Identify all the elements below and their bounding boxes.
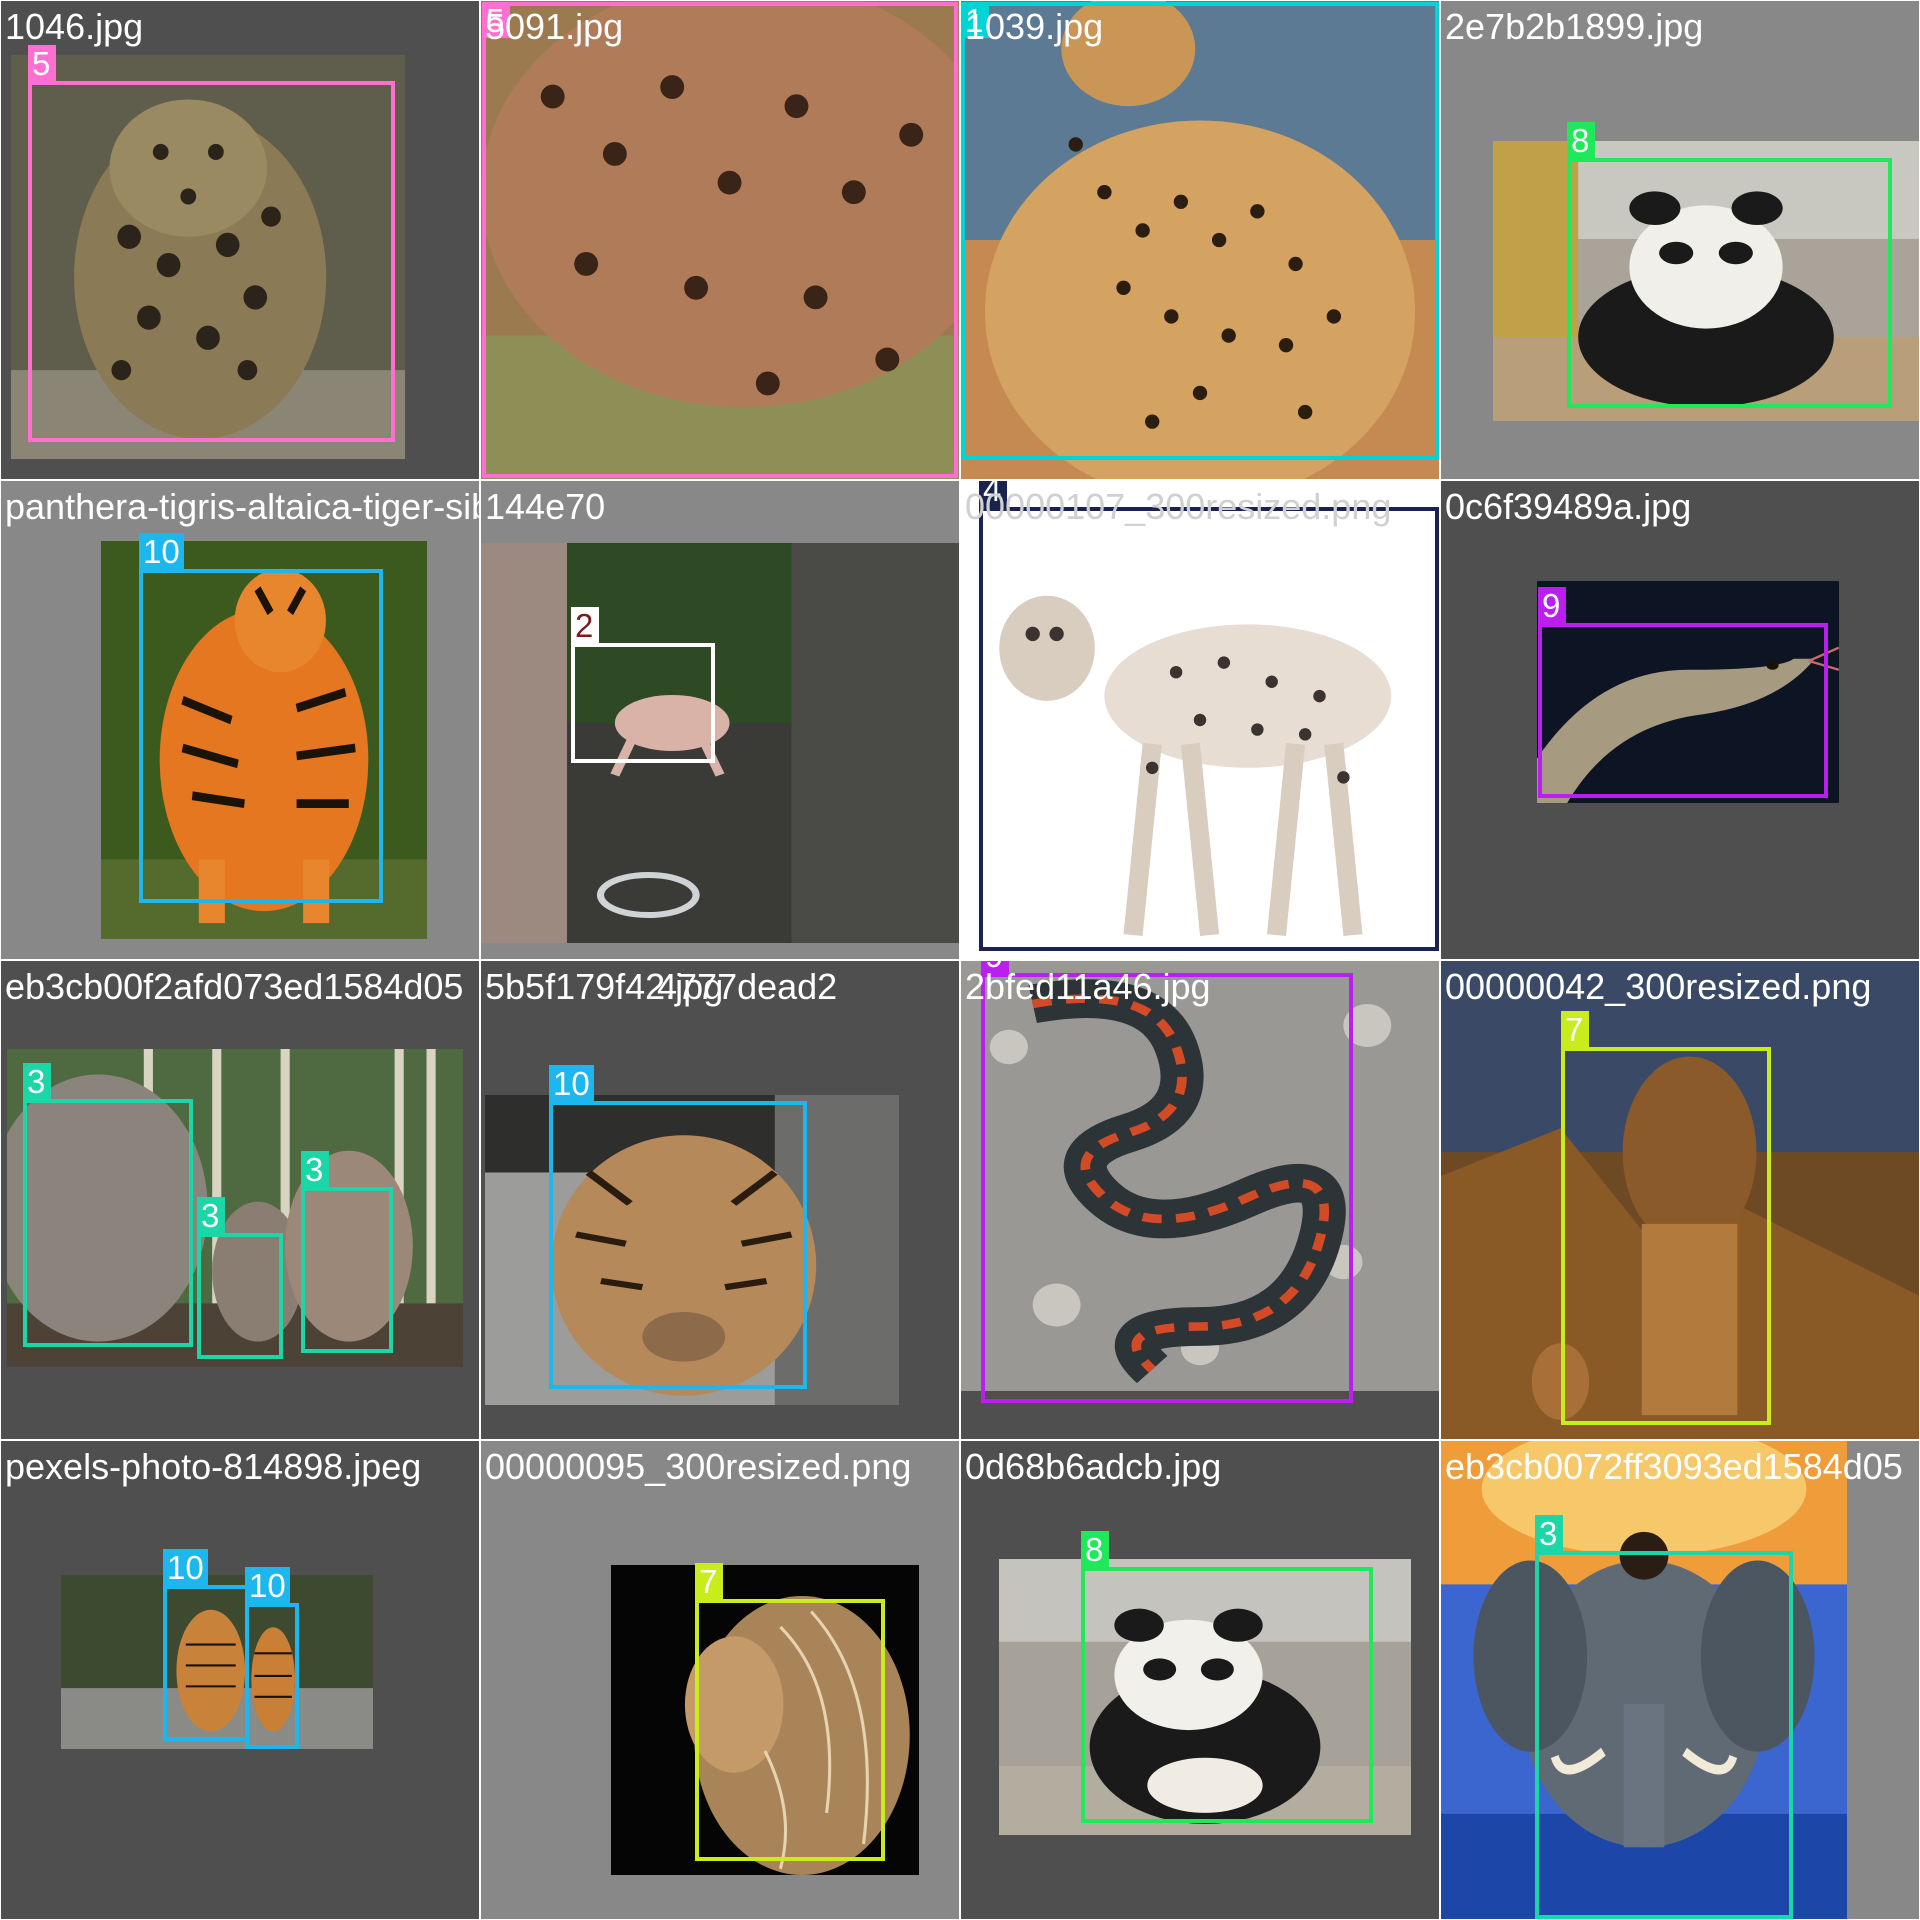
grid-tile[interactable]: 5 1046.jpg (1, 1, 479, 479)
bounding-box-label: 3 (23, 1063, 51, 1100)
bounding-box[interactable]: 3 (301, 1151, 393, 1353)
bounding-box-label: 3 (1535, 1515, 1563, 1552)
bounding-box[interactable]: 3 (197, 1197, 283, 1359)
grid-tile[interactable]: 4 00000107_300resized.png (961, 481, 1439, 959)
grid-tile[interactable]: 9 0c6f39489a.jpg (1441, 481, 1919, 959)
image-filename: 1046.jpg (5, 6, 144, 47)
bounding-box-label: 9 (981, 961, 1009, 974)
grid-tile[interactable]: 3 3 3 eb3cb00f2afd073ed1584d05 (1, 961, 479, 1439)
bounding-box-label: 3 (197, 1197, 225, 1234)
bounding-box-label: 4 (979, 481, 1007, 508)
bounding-box[interactable]: 7 (695, 1563, 885, 1861)
bounding-box-label: 7 (695, 1563, 723, 1600)
grid-tile[interactable]: 7 00000042_300resized.png (1441, 961, 1919, 1439)
image-filename: 00000095_300resized.png (485, 1446, 912, 1487)
grid-tile[interactable]: 7 00000095_300resized.png (481, 1441, 959, 1919)
grid-tile[interactable]: 3 eb3cb0072ff3093ed1584d05 (1441, 1441, 1919, 1919)
bounding-box[interactable]: 1 (961, 2, 1439, 460)
grid-tile[interactable]: 10 5b5f179f42.jpg 4777dead2 (481, 961, 959, 1439)
bounding-box-label: 8 (1567, 122, 1595, 159)
grid-tile[interactable]: 9 2bfed11a46.jpg (961, 961, 1439, 1439)
bounding-box-label: 10 (549, 1065, 594, 1102)
image-filename: pexels-photo-814898.jpeg (5, 1446, 422, 1487)
image-filename: 0d68b6adcb.jpg (965, 1446, 1222, 1487)
bounding-box[interactable]: 9 (981, 961, 1353, 1403)
image-filename: eb3cb00f2afd073ed1584d05 (5, 966, 464, 1007)
bounding-box-label: 5 (28, 45, 56, 82)
grid-tile[interactable]: 8 2e7b2b1899.jpg (1441, 1, 1919, 479)
bounding-box[interactable]: 10 (139, 533, 383, 903)
bounding-box[interactable]: 10 (245, 1567, 299, 1749)
bounding-box-label: 8 (1081, 1531, 1109, 1568)
image-filename-overlay: 4777dead2 (657, 966, 838, 1007)
bounding-box[interactable]: 8 (1567, 122, 1892, 408)
bounding-box-label: 7 (1561, 1011, 1589, 1048)
bounding-box[interactable]: 5 (28, 45, 395, 442)
bounding-box[interactable]: 3 (1535, 1515, 1793, 1919)
bounding-box-label: 10 (163, 1549, 208, 1586)
grid-tile[interactable]: 10 panthera-tigris-altaica-tiger-siberia… (1, 481, 479, 959)
bounding-box[interactable]: 5 (482, 2, 958, 478)
grid-tile[interactable]: 5 5091.jpg (481, 1, 959, 479)
bounding-box-label: 5 (482, 2, 510, 39)
image-filename: 144e70 (485, 486, 606, 527)
bounding-box[interactable]: 10 (163, 1549, 249, 1741)
bounding-box-label: 10 (139, 533, 184, 570)
bounding-box[interactable]: 2 (571, 607, 715, 763)
image-filename: 5b5f179f42.jpg (485, 966, 724, 1007)
bounding-box-label: 10 (245, 1567, 290, 1604)
photo-deer (481, 543, 959, 943)
bounding-box[interactable]: 3 (23, 1063, 193, 1347)
bounding-box[interactable]: 7 (1561, 1011, 1771, 1425)
image-filename: 2e7b2b1899.jpg (1445, 6, 1704, 47)
bounding-box[interactable]: 8 (1081, 1531, 1373, 1823)
bounding-box-label: 2 (571, 607, 599, 644)
grid-tile[interactable]: 10 10 pexels-photo-814898.jpeg (1, 1441, 479, 1919)
bounding-box[interactable]: 10 (549, 1065, 807, 1389)
grid-tile[interactable]: 2 144e70 (481, 481, 959, 959)
bounding-box[interactable]: 9 (1538, 587, 1828, 798)
bounding-box-label: 3 (301, 1151, 329, 1188)
bounding-box-label: 1 (961, 2, 989, 39)
grid-tile[interactable]: 8 0d68b6adcb.jpg (961, 1441, 1439, 1919)
detection-grid: 5 1046.jpg 5 5091.jpg 1 1039.jpg 8 2e7b2… (0, 0, 1920, 1920)
image-filename: 0c6f39489a.jpg (1445, 486, 1692, 527)
bounding-box[interactable]: 4 (979, 481, 1439, 951)
image-filename: panthera-tigris-altaica-tiger-siberian-a… (5, 486, 479, 527)
bounding-box-label: 9 (1538, 587, 1566, 624)
grid-tile[interactable]: 1 1039.jpg (961, 1, 1439, 479)
